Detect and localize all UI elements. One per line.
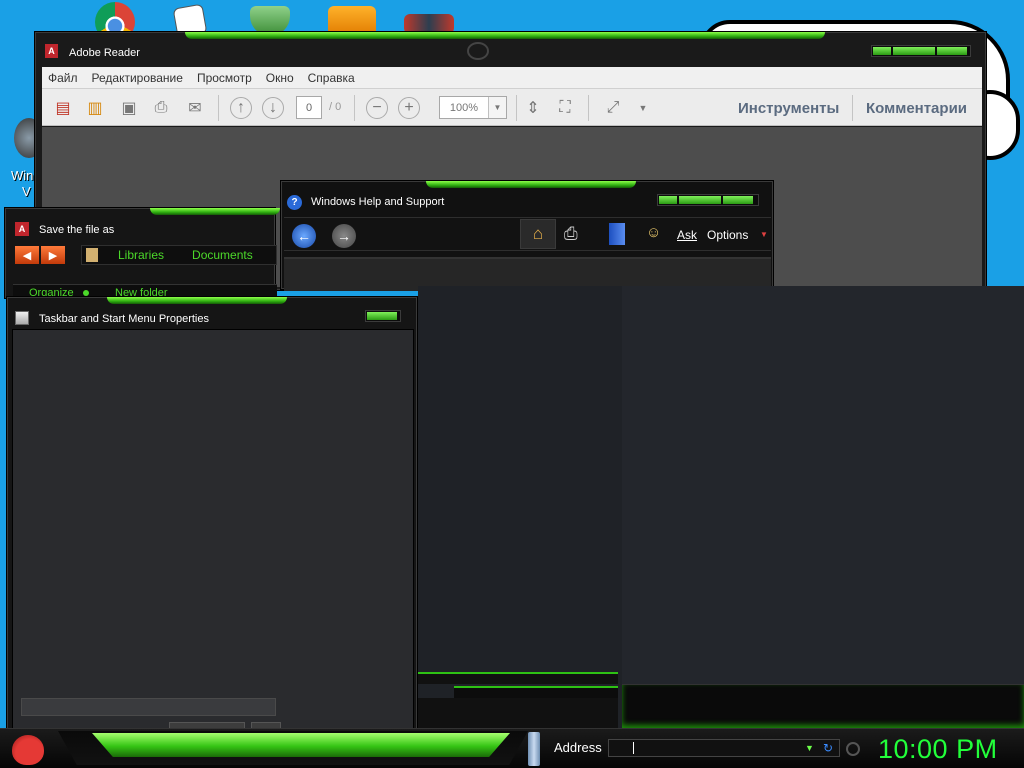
window-controls[interactable]	[657, 194, 759, 206]
chevron-down-icon[interactable]: ▼	[488, 97, 506, 118]
bottom-strip-2	[454, 686, 618, 698]
reader-toolbar: ▤ ▥ ▣ ⎙ ✉ ↑ ↓ 0 / 0 − + 100% ▼ ⇕ ⛶ ⤢ ▼ И…	[42, 88, 982, 126]
properties-content	[12, 329, 414, 730]
help-toolbar: ← → ⌂ ⎙ ☺ Ask Options ▼	[284, 217, 771, 251]
help-question-icon: ?	[287, 195, 302, 210]
back-arrow-icon[interactable]: ←	[292, 224, 316, 248]
breadcrumb-bar[interactable]: Libraries Documents	[81, 245, 277, 265]
address-label: Address	[554, 740, 602, 755]
address-breadcrumb: ◀ ▶ Libraries Documents	[15, 244, 277, 266]
blank-dark-window[interactable]	[418, 286, 1024, 728]
adobe-logo-icon: A	[15, 222, 29, 236]
breadcrumb-libraries[interactable]: Libraries	[118, 248, 164, 262]
toolbar-separator	[588, 95, 589, 121]
desktop-icon-label-2: V	[22, 184, 31, 199]
menu-file[interactable]: Файл	[48, 71, 78, 85]
zoom-in-icon[interactable]: +	[398, 97, 420, 119]
menu-view[interactable]: Просмотр	[197, 71, 252, 85]
forward-arrow-icon[interactable]: ▶	[41, 246, 65, 264]
angry-bird-start-icon	[12, 735, 44, 765]
notification-area-panel	[622, 684, 1024, 728]
title-glow	[150, 208, 280, 215]
menu-help[interactable]: Справка	[308, 71, 355, 85]
save-icon[interactable]: ▣	[118, 97, 140, 119]
start-button[interactable]	[8, 731, 48, 767]
dialog-title: Save the file as	[39, 224, 115, 236]
zoom-value: 100%	[449, 101, 479, 114]
minimize-icon[interactable]	[873, 47, 891, 55]
minimize-icon[interactable]	[659, 196, 677, 204]
window-title: Adobe Reader	[69, 47, 140, 59]
save-file-dialog[interactable]: A Save the file as ◀ ▶ Libraries Documen…	[4, 207, 280, 300]
options-menu[interactable]: Options	[707, 228, 748, 242]
print-icon[interactable]: ⎙	[150, 97, 172, 119]
maximize-icon[interactable]	[679, 196, 721, 204]
bottom-strip-3	[418, 698, 618, 728]
menu-window[interactable]: Окно	[266, 71, 294, 85]
taskbar-properties-window[interactable]: Taskbar and Start Menu Properties	[6, 296, 418, 730]
close-control[interactable]	[365, 310, 401, 322]
chevron-down-icon[interactable]: ▼	[805, 743, 814, 753]
create-pdf-icon[interactable]: ▤	[52, 97, 74, 119]
title-glow	[107, 297, 287, 304]
system-clock[interactable]: 10:00 PM	[878, 734, 998, 765]
ask-people-icon[interactable]: ☺	[646, 224, 668, 244]
menu-bar: Файл Редактирование Просмотр Окно Справк…	[42, 67, 982, 88]
breadcrumb-documents[interactable]: Documents	[192, 248, 253, 262]
close-icon[interactable]	[937, 47, 967, 55]
page-number-input[interactable]: 0	[296, 96, 322, 119]
tray-clock-icon[interactable]	[846, 742, 860, 756]
prev-page-icon[interactable]: ↑	[230, 97, 252, 119]
taskbar: Address ▼ ↻ 10:00 PM	[0, 728, 1024, 768]
desktop: Win V A Adobe Reader Файл Редактирование…	[0, 0, 1024, 768]
status-strip	[21, 698, 276, 716]
toolbar-separator	[852, 95, 853, 121]
zoom-select[interactable]: 100% ▼	[439, 96, 507, 119]
maximize-icon[interactable]	[893, 47, 935, 55]
address-input[interactable]: ▼ ↻	[608, 739, 840, 757]
close-icon[interactable]	[367, 312, 397, 320]
taskbar-properties-icon	[15, 311, 29, 325]
title-glow	[426, 181, 636, 188]
panel-left-pane	[418, 286, 622, 728]
toolbar-separator	[516, 95, 517, 121]
go-refresh-icon[interactable]: ↻	[823, 741, 833, 755]
window-title: Taskbar and Start Menu Properties	[39, 313, 209, 325]
back-arrow-icon[interactable]: ◀	[15, 246, 39, 264]
email-icon[interactable]: ✉	[184, 97, 206, 119]
text-caret	[633, 742, 634, 754]
folder-icon	[86, 248, 98, 262]
toolbar-overflow-icon[interactable]: ▼	[632, 97, 654, 119]
menu-edit[interactable]: Редактирование	[92, 71, 183, 85]
help-support-window[interactable]: ? Windows Help and Support ← → ⌂ ⎙ ☺ Ask…	[280, 180, 774, 291]
next-page-icon[interactable]: ↓	[262, 97, 284, 119]
print-icon[interactable]: ⎙	[564, 224, 590, 244]
chevron-down-icon[interactable]: ▼	[760, 230, 768, 239]
title-glow	[185, 32, 825, 39]
open-file-icon[interactable]: ▥	[84, 97, 106, 119]
window-title: Windows Help and Support	[311, 196, 445, 208]
adobe-logo-icon: A	[45, 44, 58, 58]
tools-link[interactable]: Инструменты	[738, 100, 839, 117]
browse-help-book-icon[interactable]	[609, 223, 625, 245]
desktop-icon-label: Win	[11, 168, 34, 183]
comments-link[interactable]: Комментарии	[866, 100, 967, 117]
toolbar-separator	[354, 95, 355, 121]
fullscreen-icon[interactable]: ⤢	[602, 97, 624, 119]
toolbar-resize-handle[interactable]	[528, 732, 540, 766]
bottom-strip	[418, 672, 618, 684]
ask-link[interactable]: Ask	[677, 228, 697, 242]
window-controls[interactable]	[871, 45, 971, 57]
forward-arrow-icon[interactable]: →	[332, 224, 356, 248]
home-icon[interactable]: ⌂	[520, 219, 556, 249]
page-total: / 0	[329, 101, 342, 113]
taskbar-glow	[92, 733, 510, 757]
toolbar-separator	[218, 95, 219, 121]
fit-page-icon[interactable]: ⇕	[522, 97, 544, 119]
zoom-out-icon[interactable]: −	[366, 97, 388, 119]
close-icon[interactable]	[723, 196, 753, 204]
eye-emblem-icon	[467, 42, 489, 60]
fit-width-icon[interactable]: ⛶	[554, 97, 576, 119]
